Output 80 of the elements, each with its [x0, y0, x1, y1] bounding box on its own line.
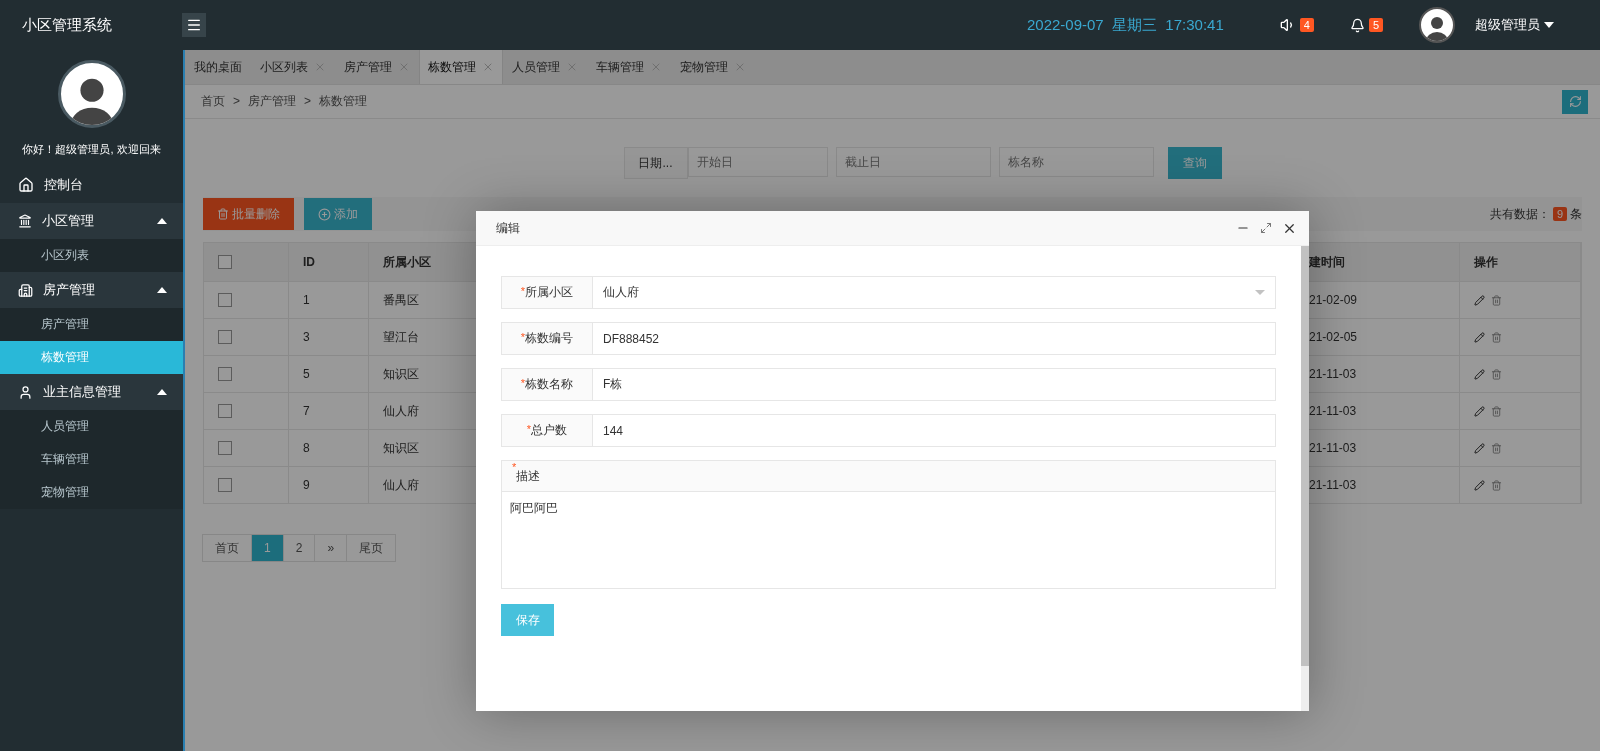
scrollbar-thumb[interactable]: [1301, 246, 1309, 666]
breadcrumb-separator: >: [304, 94, 312, 108]
table-header: 操作: [1460, 243, 1581, 281]
page-link[interactable]: 尾页: [346, 534, 397, 562]
checkbox[interactable]: [218, 330, 232, 344]
edit-icon[interactable]: [1474, 442, 1485, 454]
table-header: 建时间: [1307, 243, 1460, 281]
delete-icon[interactable]: [1491, 331, 1502, 343]
breadcrumb-item[interactable]: 首页: [201, 94, 225, 108]
collapse-caret-icon: [157, 218, 167, 224]
sidebar-subitem[interactable]: 小区列表: [0, 239, 183, 272]
checkbox[interactable]: [218, 293, 232, 307]
table-header: ID: [289, 243, 369, 281]
page-link[interactable]: »: [314, 534, 348, 562]
delete-icon[interactable]: [1491, 442, 1502, 454]
count-badge: 5: [1368, 18, 1383, 32]
table-cell: 3: [289, 318, 369, 355]
checkbox[interactable]: [218, 441, 232, 455]
collapse-caret-icon: [157, 389, 167, 395]
field-label: * 描述: [502, 461, 1275, 492]
edit-icon[interactable]: [1474, 331, 1485, 343]
date-addon: 日期...: [623, 147, 688, 179]
delete-icon[interactable]: [1491, 479, 1502, 491]
plus-icon: [318, 207, 331, 221]
collapse-caret-icon: [157, 287, 167, 293]
page-tab[interactable]: 栋数管理: [419, 50, 503, 84]
page-link[interactable]: 首页: [202, 534, 252, 562]
table-cell: 1: [289, 281, 369, 318]
sidebar-group[interactable]: 小区管理: [0, 203, 183, 239]
refresh-button[interactable]: [1562, 89, 1588, 114]
menu-button[interactable]: [182, 13, 206, 37]
sidebar-subitem[interactable]: 车辆管理: [0, 443, 183, 476]
checkbox[interactable]: [218, 255, 232, 269]
dialog-title: 编辑: [496, 219, 520, 237]
table-cell: 5: [289, 355, 369, 392]
bank-icon: [18, 214, 32, 228]
breadcrumb-item[interactable]: 栋数管理: [319, 94, 368, 108]
caret-icon: [1544, 22, 1554, 28]
delete-icon[interactable]: [1491, 405, 1502, 417]
user-avatar[interactable]: [1419, 7, 1455, 43]
building-icon: [18, 282, 33, 298]
start-date-field[interactable]: 开始日: [687, 147, 828, 177]
checkbox[interactable]: [218, 478, 232, 492]
table-cell: 8: [289, 429, 369, 466]
breadcrumb-item[interactable]: 房产管理: [248, 94, 296, 108]
breadcrumb-separator: >: [233, 94, 240, 108]
edit-icon[interactable]: [1474, 405, 1485, 417]
table-cell: 9: [289, 466, 369, 503]
table-cell: 7: [289, 392, 369, 429]
greeting-text: 你好！超级管理员, 欢迎回来: [21, 142, 162, 157]
total-label: 共有数据：: [1489, 205, 1550, 223]
date-time: 2022-09-07 星期三 17:30:41: [1026, 15, 1224, 35]
refresh-icon: [1568, 95, 1582, 108]
total-badge: 9: [1552, 207, 1567, 221]
menu-icon: [186, 17, 202, 33]
user-icon: [18, 384, 33, 400]
total-unit: 条: [1570, 205, 1582, 223]
sidebar-group[interactable]: 业主信息管理: [0, 374, 183, 410]
delete-icon[interactable]: [1491, 368, 1502, 380]
maximize-icon[interactable]: [1260, 222, 1272, 234]
sidebar-group[interactable]: 房产管理: [0, 272, 183, 308]
sidebar-item[interactable]: 控制台: [0, 167, 183, 203]
sidebar-subitem[interactable]: 宠物管理: [0, 476, 183, 509]
count-badge: 4: [1299, 18, 1314, 32]
user-menu[interactable]: 超级管理员: [1469, 15, 1560, 35]
trash-icon: [217, 208, 229, 220]
bell-icon[interactable]: [1349, 17, 1365, 33]
checkbox[interactable]: [218, 367, 232, 381]
batch-delete-button[interactable]: 批量删除: [203, 198, 294, 230]
checkbox[interactable]: [218, 404, 232, 418]
delete-icon[interactable]: [1491, 294, 1502, 306]
search-field[interactable]: 栋名称: [998, 147, 1154, 177]
sidebar-subitem[interactable]: 人员管理: [0, 410, 183, 443]
sidebar-subitem[interactable]: 房产管理: [0, 308, 183, 341]
home-icon: [18, 177, 34, 193]
edit-icon[interactable]: [1474, 479, 1485, 491]
search-field[interactable]: 截止日: [835, 147, 991, 177]
edit-icon[interactable]: [1474, 368, 1485, 380]
app-title: 小区管理系统: [21, 15, 113, 35]
edit-icon[interactable]: [1474, 294, 1485, 306]
